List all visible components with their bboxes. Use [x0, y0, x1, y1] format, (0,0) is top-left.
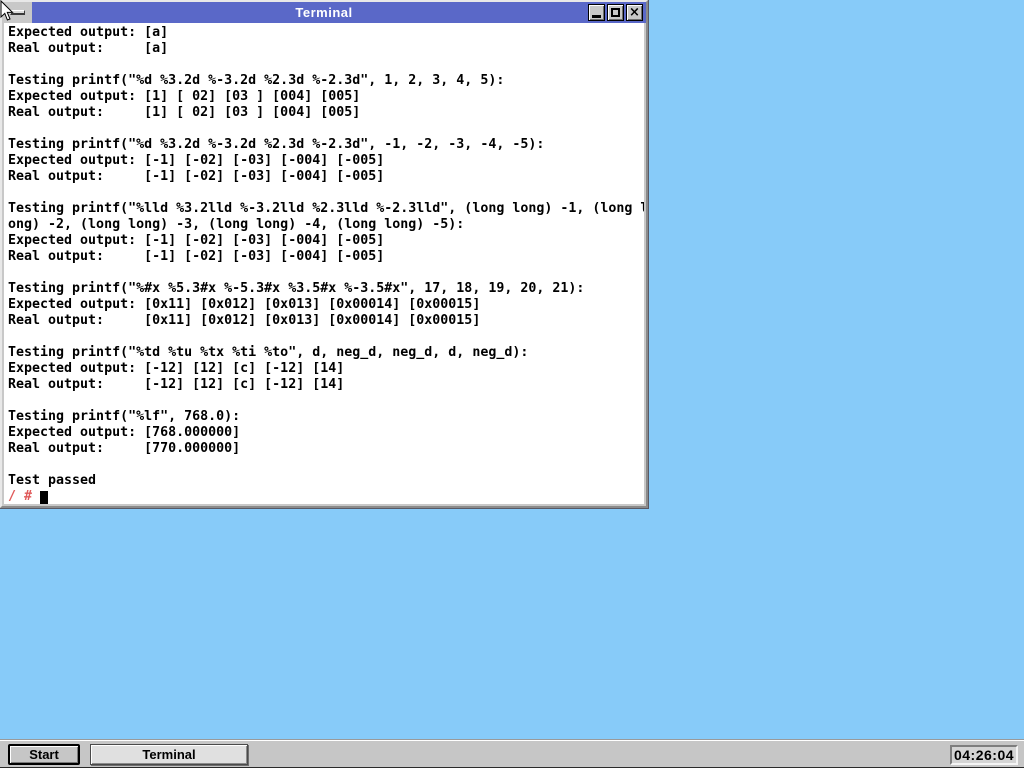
taskbar-clock: 04:26:04: [950, 745, 1018, 765]
start-button[interactable]: Start: [8, 744, 80, 765]
terminal-line: Testing printf("%#x %5.3#x %-5.3#x %3.5#…: [8, 281, 644, 297]
terminal-line: [8, 57, 644, 73]
close-icon: ×: [629, 6, 640, 19]
terminal-window: Terminal × Expected output: [a]Real outp…: [0, 0, 648, 508]
terminal-line: Real output: [770.000000]: [8, 441, 644, 457]
maximize-icon: [611, 8, 620, 17]
mouse-cursor: [0, 0, 15, 22]
terminal-line: Real output: [0x11] [0x012] [0x013] [0x0…: [8, 313, 644, 329]
terminal-line: Testing printf("%d %3.2d %-3.2d %2.3d %-…: [8, 73, 644, 89]
terminal-line: Testing printf("%td %tu %tx %ti %to", d,…: [8, 345, 644, 361]
terminal-line: [8, 265, 644, 281]
terminal-line: Test passed: [8, 473, 644, 489]
terminal-line: Expected output: [0x11] [0x012] [0x013] …: [8, 297, 644, 313]
terminal-line: Expected output: [-1] [-02] [-03] [-004]…: [8, 153, 644, 169]
terminal-line: Testing printf("%lld %3.2lld %-3.2lld %2…: [8, 201, 644, 217]
terminal-line: [8, 121, 644, 137]
prompt-line: / #: [8, 489, 644, 504]
taskbar-task-terminal[interactable]: Terminal: [90, 744, 248, 765]
window-controls: ×: [588, 4, 646, 21]
terminal-line: Testing printf("%d %3.2d %-3.2d %2.3d %-…: [8, 137, 644, 153]
window-title: Terminal: [2, 5, 646, 20]
shell-prompt: / #: [8, 489, 40, 504]
terminal-line: [8, 185, 644, 201]
terminal-line: Testing printf("%lf", 768.0):: [8, 409, 644, 425]
terminal-line: Expected output: [a]: [8, 25, 644, 41]
terminal-line: Expected output: [768.000000]: [8, 425, 644, 441]
minimize-button[interactable]: [588, 4, 605, 21]
terminal-line: Real output: [-1] [-02] [-03] [-004] [-0…: [8, 249, 644, 265]
terminal-line: Real output: [a]: [8, 41, 644, 57]
terminal-lines: Expected output: [a]Real output: [a] Tes…: [8, 25, 644, 489]
terminal-line: [8, 329, 644, 345]
close-button[interactable]: ×: [626, 4, 643, 21]
terminal-line: Real output: [-1] [-02] [-03] [-004] [-0…: [8, 169, 644, 185]
terminal-line: Real output: [1] [ 02] [03 ] [004] [005]: [8, 105, 644, 121]
terminal-line: Expected output: [-1] [-02] [-03] [-004]…: [8, 233, 644, 249]
terminal-line: [8, 393, 644, 409]
terminal-line: [8, 457, 644, 473]
terminal-line: Expected output: [-12] [12] [c] [-12] [1…: [8, 361, 644, 377]
maximize-button[interactable]: [607, 4, 624, 21]
terminal-line: ong) -2, (long long) -3, (long long) -4,…: [8, 217, 644, 233]
terminal-output[interactable]: Expected output: [a]Real output: [a] Tes…: [4, 23, 644, 504]
terminal-line: Expected output: [1] [ 02] [03 ] [004] […: [8, 89, 644, 105]
titlebar[interactable]: Terminal ×: [2, 2, 646, 23]
terminal-line: Real output: [-12] [12] [c] [-12] [14]: [8, 377, 644, 393]
text-cursor: [40, 491, 48, 504]
taskbar: Start Terminal 04:26:04: [0, 740, 1024, 768]
minimize-icon: [592, 15, 601, 18]
